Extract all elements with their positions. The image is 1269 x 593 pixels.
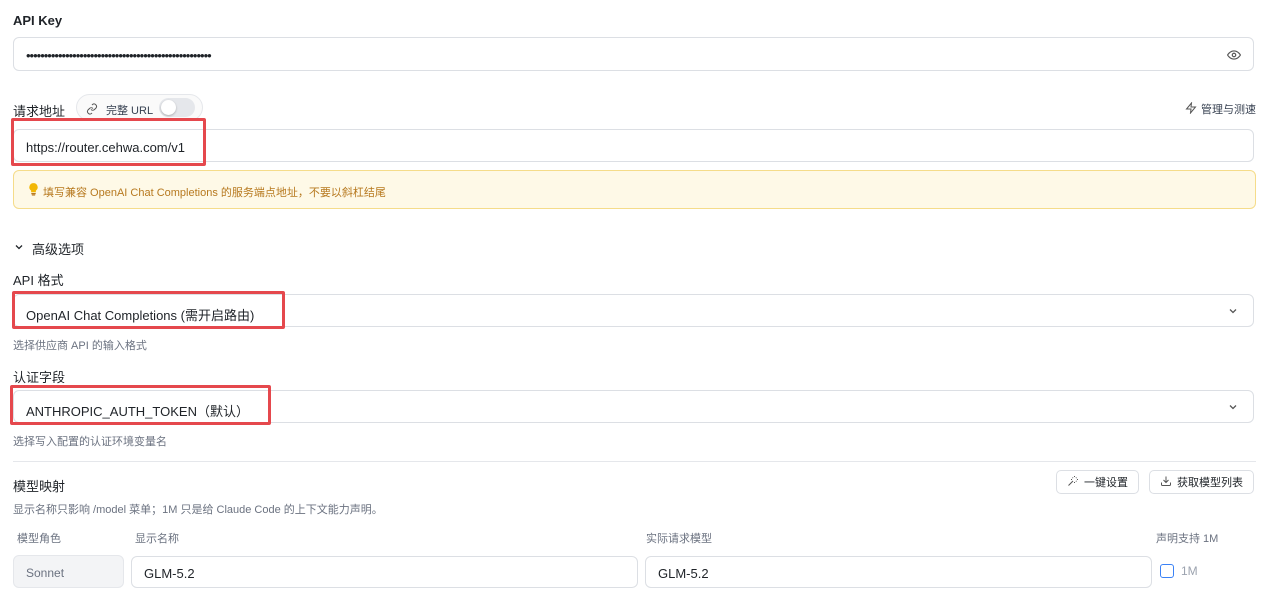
api-key-input[interactable]: ••••••••••••••••••••••••••••••••••••••••… bbox=[13, 37, 1254, 71]
column-header-support-1m: 声明支持 1M bbox=[1156, 533, 1219, 545]
auth-field-hint: 选择写入配置的认证环境变量名 bbox=[13, 436, 167, 448]
fetch-models-button[interactable]: 获取模型列表 bbox=[1149, 470, 1254, 494]
endpoint-notice: 填写兼容 OpenAI Chat Completions 的服务端点地址，不要以… bbox=[13, 170, 1256, 209]
role-value: Sonnet bbox=[26, 566, 65, 580]
advanced-label: 高级选项 bbox=[32, 242, 85, 257]
full-url-label: 完整 URL bbox=[106, 105, 154, 117]
fetch-models-label: 获取模型列表 bbox=[1177, 477, 1243, 489]
switch-knob bbox=[161, 100, 176, 115]
api-format-label: API 格式 bbox=[13, 273, 64, 288]
model-mapping-hint: 显示名称只影响 /model 菜单；1M 只是给 Claude Code 的上下… bbox=[13, 504, 383, 516]
magic-wand-icon bbox=[1067, 475, 1079, 490]
full-url-toggle-group: 完整 URL bbox=[76, 94, 203, 121]
actual-model-input[interactable]: GLM-5.2 bbox=[645, 556, 1152, 588]
api-format-hint: 选择供应商 API 的输入格式 bbox=[13, 340, 147, 352]
column-header-role: 模型角色 bbox=[17, 533, 61, 545]
model-mapping-title: 模型映射 bbox=[13, 479, 66, 494]
chevron-down-icon bbox=[13, 240, 25, 258]
one-click-setup-label: 一键设置 bbox=[1084, 477, 1128, 489]
display-name-input[interactable]: GLM-5.2 bbox=[131, 556, 638, 588]
lightbulb-icon bbox=[28, 183, 39, 201]
endpoint-label: 请求地址 bbox=[13, 104, 66, 119]
full-url-switch[interactable] bbox=[159, 98, 195, 117]
support-1m-checkbox[interactable] bbox=[1160, 564, 1174, 578]
support-1m-label: 1M bbox=[1181, 564, 1198, 578]
endpoint-input[interactable]: https://router.cehwa.com/v1 bbox=[13, 129, 1254, 162]
api-key-value: ••••••••••••••••••••••••••••••••••••••••… bbox=[26, 48, 212, 63]
display-name-value: GLM-5.2 bbox=[144, 566, 195, 581]
manage-speed-link[interactable]: 管理与测速 bbox=[1185, 100, 1256, 117]
support-1m-checkbox-group[interactable]: 1M bbox=[1160, 564, 1198, 578]
column-header-actual-model: 实际请求模型 bbox=[646, 533, 712, 545]
api-key-label: API Key bbox=[13, 13, 63, 28]
role-cell: Sonnet bbox=[13, 555, 124, 588]
api-format-value: OpenAI Chat Completions (需开启路由) bbox=[26, 308, 255, 323]
eye-icon[interactable] bbox=[1226, 48, 1242, 67]
actual-model-value: GLM-5.2 bbox=[658, 566, 709, 581]
divider bbox=[13, 461, 1256, 462]
column-header-display-name: 显示名称 bbox=[135, 533, 179, 545]
auth-field-value: ANTHROPIC_AUTH_TOKEN（默认） bbox=[26, 404, 249, 419]
auth-field-label: 认证字段 bbox=[13, 370, 66, 385]
api-format-select[interactable]: OpenAI Chat Completions (需开启路由) bbox=[13, 294, 1254, 327]
chevron-down-icon bbox=[1227, 400, 1239, 412]
auth-field-select[interactable]: ANTHROPIC_AUTH_TOKEN（默认） bbox=[13, 390, 1254, 423]
lightning-icon bbox=[1185, 100, 1197, 117]
download-icon bbox=[1160, 475, 1172, 490]
manage-speed-label: 管理与测速 bbox=[1201, 104, 1256, 116]
chevron-down-icon bbox=[1227, 304, 1239, 316]
notice-text: 填写兼容 OpenAI Chat Completions 的服务端点地址，不要以… bbox=[43, 187, 386, 199]
advanced-toggle[interactable]: 高级选项 bbox=[13, 239, 84, 258]
link-icon bbox=[86, 102, 98, 120]
one-click-setup-button[interactable]: 一键设置 bbox=[1056, 470, 1139, 494]
endpoint-value: https://router.cehwa.com/v1 bbox=[26, 140, 185, 155]
